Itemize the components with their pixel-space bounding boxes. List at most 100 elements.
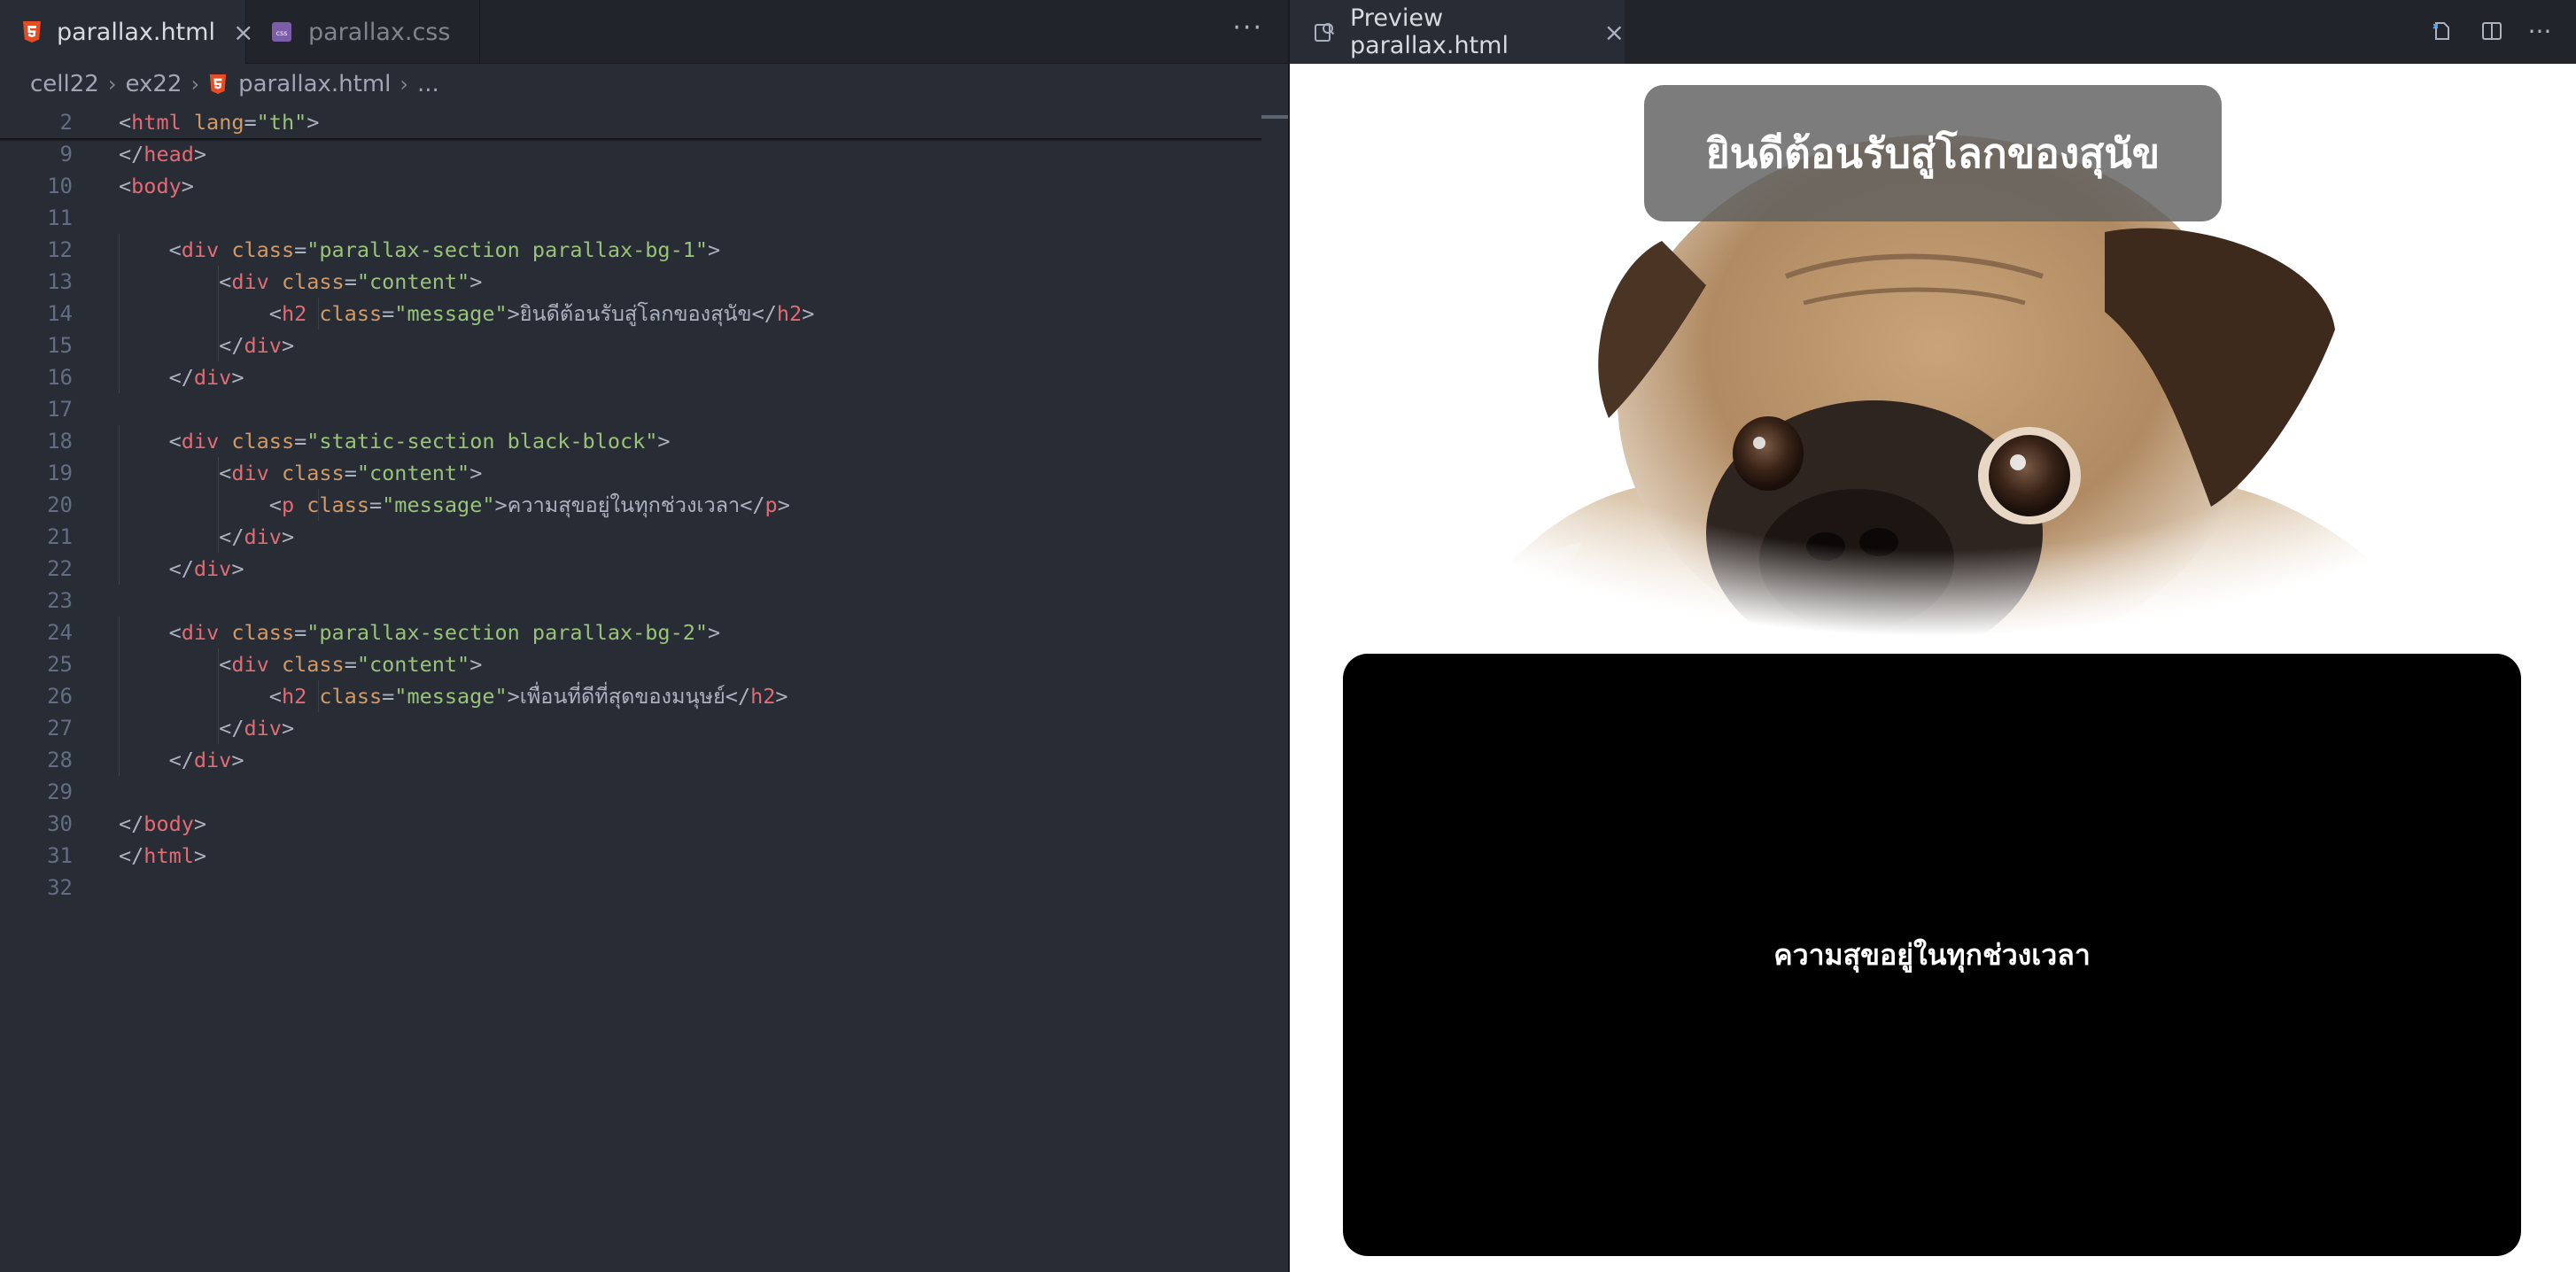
code-token-p xyxy=(306,684,319,709)
code-token-p: </ xyxy=(119,365,194,390)
editor-tab-bar: parallax.html × css parallax.css ··· xyxy=(0,0,1288,64)
code-text: </head> xyxy=(119,142,206,167)
code-token-p: < xyxy=(119,300,282,326)
code-line[interactable]: 10 <body> xyxy=(0,170,1258,202)
code-line[interactable]: 18 <div class="static-section black-bloc… xyxy=(0,425,1258,457)
code-token-p xyxy=(294,493,306,517)
code-text: <h2 class="message">ยินดีต้อนรับสู่โลกขอ… xyxy=(119,298,815,330)
tab-parallax-css[interactable]: css parallax.css xyxy=(246,0,480,64)
code-line[interactable]: 24 <div class="parallax-section parallax… xyxy=(0,617,1258,648)
code-token-p: </ xyxy=(119,811,144,836)
code-line[interactable]: 20 <p class="message">ความสุขอยู่ในทุกช่… xyxy=(0,489,1258,521)
more-actions-icon[interactable]: ··· xyxy=(2525,16,2555,46)
code-line[interactable]: 31 </html> xyxy=(0,840,1258,872)
open-source-icon[interactable] xyxy=(2427,16,2457,46)
code-line[interactable]: 17 xyxy=(0,393,1258,425)
code-line[interactable]: 29 xyxy=(0,776,1258,808)
line-number: 19 xyxy=(47,461,73,485)
code-line[interactable]: 13 <div class="content"> xyxy=(0,266,1258,298)
code-token-p: > xyxy=(281,716,295,741)
tab-label: Preview parallax.html xyxy=(1350,4,1509,59)
code-token-tag: h2 xyxy=(750,683,776,709)
line-number: 21 xyxy=(47,524,73,549)
code-token-p: < xyxy=(119,269,232,294)
code-text: </div> xyxy=(119,556,244,581)
welcome-title: ยินดีต้อนรับสู่โลกของสุนัข xyxy=(1644,85,2222,221)
code-token-p: > xyxy=(802,300,815,326)
code-token-p: > xyxy=(306,110,320,135)
code-line[interactable]: 11 xyxy=(0,202,1258,234)
code-token-tag: p xyxy=(764,492,778,517)
code-token-p xyxy=(269,652,282,677)
code-token-attr: class xyxy=(231,429,295,454)
code-token-tag: div xyxy=(244,333,282,358)
code-text: <div class="parallax-section parallax-bg… xyxy=(119,620,721,645)
code-token-p: >ความสุขอยู่ในทุกช่วงเวลา</ xyxy=(494,492,765,517)
line-number: 23 xyxy=(47,588,73,613)
more-actions-icon[interactable]: ··· xyxy=(1232,12,1263,43)
line-number: 11 xyxy=(47,206,73,230)
line-number: 29 xyxy=(47,779,73,804)
code-token-p: </ xyxy=(119,748,194,772)
code-token-attr: class xyxy=(319,300,383,326)
line-number: 2 xyxy=(59,110,73,135)
code-token-str: "message" xyxy=(394,300,508,326)
code-line[interactable]: 27 </div> xyxy=(0,712,1258,744)
code-token-tag: div xyxy=(244,716,282,741)
code-line[interactable]: 19 <div class="content"> xyxy=(0,457,1258,489)
line-number: 28 xyxy=(47,748,73,772)
code-token-tag: div xyxy=(231,269,269,294)
tab-preview[interactable]: Preview parallax.html × xyxy=(1290,0,1625,64)
chevron-right-icon: › xyxy=(400,72,408,97)
split-editor-icon[interactable] xyxy=(2477,16,2507,46)
code-token-p: > xyxy=(469,461,483,485)
line-number: 10 xyxy=(47,174,73,198)
overview-ruler[interactable] xyxy=(1261,105,1288,1272)
preview-webview[interactable]: ยินดีต้อนรับสู่โลกของสุนัข ความสุขอยู่ใน… xyxy=(1290,64,2576,1272)
line-number: 32 xyxy=(47,875,73,900)
code-token-p xyxy=(182,110,194,135)
code-token-p: = xyxy=(369,492,383,517)
code-token-tag: body xyxy=(144,811,194,836)
code-line[interactable]: 23 xyxy=(0,585,1258,617)
code-token-tag: h2 xyxy=(281,300,307,326)
code-line[interactable]: 28 </div> xyxy=(0,744,1258,776)
code-token-p: > xyxy=(281,333,295,358)
code-token-str: "content" xyxy=(356,461,470,485)
code-line[interactable]: 21 </div> xyxy=(0,521,1258,553)
code-line[interactable]: 26 <h2 class="message">เพื่อนที่ดีที่สุด… xyxy=(0,680,1258,712)
code-line[interactable]: 9 </head> xyxy=(0,138,1258,170)
breadcrumb-item-symbols[interactable]: ... xyxy=(417,71,439,97)
code-token-attr: class xyxy=(306,492,369,517)
code-line[interactable]: 14 <h2 class="message">ยินดีต้อนรับสู่โล… xyxy=(0,298,1258,330)
tab-parallax-html[interactable]: parallax.html × xyxy=(0,0,253,64)
code-text: </div> xyxy=(119,748,244,772)
code-line[interactable]: 16 </div> xyxy=(0,361,1258,393)
code-line[interactable]: 22 </div> xyxy=(0,553,1258,585)
tab-label: parallax.html xyxy=(57,18,215,46)
breadcrumb-item-file[interactable]: parallax.html xyxy=(238,71,391,97)
code-token-p: < xyxy=(119,683,282,709)
code-line[interactable]: 15 </div> xyxy=(0,330,1258,361)
code-token-tag: body xyxy=(131,174,182,198)
code-token-p: </ xyxy=(119,524,244,549)
code-token-attr: class xyxy=(231,237,295,262)
code-text: </html> xyxy=(119,843,206,868)
code-editor[interactable]: 2 <html lang="th"> 9 </head> 10 <body> 11 12 <d… xyxy=(0,105,1267,1272)
code-line[interactable]: 30 </body> xyxy=(0,808,1258,840)
code-line[interactable]: 25 <div class="content"> xyxy=(0,648,1258,680)
code-token-p xyxy=(219,429,231,454)
line-number: 17 xyxy=(47,397,73,422)
code-line[interactable]: 32 xyxy=(0,872,1258,904)
code-line[interactable]: 12 <div class="parallax-section parallax… xyxy=(0,234,1258,266)
close-icon[interactable]: × xyxy=(1604,18,1625,47)
breadcrumb-item-cell22[interactable]: cell22 xyxy=(30,71,99,97)
code-token-p xyxy=(269,461,282,485)
code-token-p: = xyxy=(344,461,357,485)
line-number: 25 xyxy=(47,652,73,677)
breadcrumb-item-ex22[interactable]: ex22 xyxy=(125,71,182,97)
code-token-p: </ xyxy=(119,716,244,741)
code-line[interactable]: 2 <html lang="th"> xyxy=(0,106,1258,138)
code-token-p: = xyxy=(344,652,357,677)
code-token-p: > xyxy=(708,237,721,262)
